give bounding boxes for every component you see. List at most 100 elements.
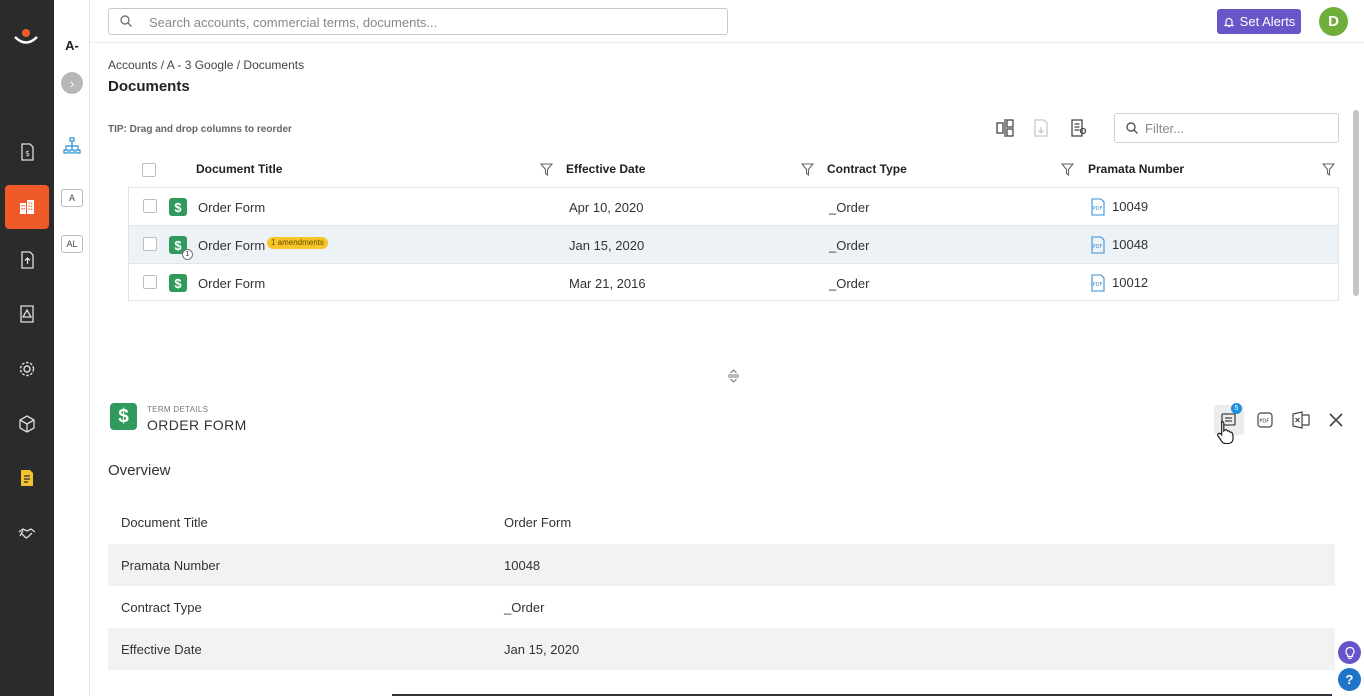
effective-date-cell: Mar 21, 2016	[569, 276, 646, 291]
nav-warning-doc[interactable]	[0, 292, 54, 336]
detail-label: Pramata Number	[121, 558, 220, 573]
pramata-number-cell[interactable]: 10049	[1112, 199, 1148, 214]
table-row[interactable]: $ 1 Order Form 1 amendments Jan 15, 2020…	[129, 226, 1338, 264]
columns-doc-icon	[1071, 119, 1087, 137]
chip-al[interactable]: AL	[61, 235, 83, 253]
detail-value: 10048	[504, 558, 541, 573]
table-header: Document Title Effective Date Contract T…	[128, 152, 1339, 187]
breadcrumb[interactable]: Accounts / A - 3 Google / Documents	[108, 58, 304, 72]
detail-label: Effective Date	[121, 642, 202, 657]
pdf-download-icon	[1034, 119, 1048, 137]
pdf-icon[interactable]: PDF	[1089, 198, 1107, 216]
column-header-document-title[interactable]: Document Title	[196, 162, 282, 176]
scrollbar-thumb[interactable]	[1353, 110, 1359, 296]
select-all-checkbox[interactable]	[142, 163, 156, 177]
effective-date-cell: Apr 10, 2020	[569, 200, 644, 215]
search-input[interactable]	[149, 12, 709, 32]
detail-label: Document Title	[121, 515, 208, 530]
document-title-cell[interactable]: Order Form	[198, 200, 265, 215]
main-nav-rail: $	[0, 0, 54, 696]
top-bar: Set Alerts D	[90, 0, 1364, 43]
pramata-number-cell[interactable]: 10048	[1112, 237, 1148, 252]
nav-partners[interactable]	[0, 511, 54, 555]
user-avatar[interactable]: D	[1319, 7, 1348, 36]
notes-count-badge: 5	[1231, 403, 1242, 414]
search-icon	[1126, 122, 1138, 134]
account-subnav: A- › A AL	[54, 0, 90, 696]
contract-type-cell: _Order	[829, 276, 870, 291]
nav-upload-doc[interactable]	[0, 238, 54, 282]
expand-chevron-icon[interactable]: ›	[61, 72, 83, 94]
dollar-icon: $	[169, 274, 187, 292]
brand-logo[interactable]	[13, 24, 39, 48]
detail-kicker: TERM DETAILS	[147, 405, 209, 414]
row-checkbox[interactable]	[143, 275, 157, 289]
pdf-icon[interactable]: PDF	[1089, 236, 1107, 254]
tips-button[interactable]	[1338, 641, 1361, 664]
close-button[interactable]	[1321, 405, 1351, 435]
filter-icon[interactable]	[1322, 163, 1335, 176]
account-abbrev: A-	[65, 38, 79, 53]
detail-value: Order Form	[504, 515, 572, 530]
detail-value: Jan 15, 2020	[504, 642, 580, 657]
app-root: $ A- › A AL Search accounts, commercial …	[0, 0, 1364, 696]
view-pdf-button[interactable]: PDF	[1250, 405, 1280, 435]
export-pdf-button[interactable]	[1029, 116, 1053, 140]
documents-table-body: $ Order Form Apr 10, 2020 _Order PDF 100…	[128, 187, 1339, 301]
nav-documents[interactable]	[0, 456, 54, 500]
help-button[interactable]: ?	[1338, 668, 1361, 691]
detail-row: Contract Type _Order	[108, 586, 1335, 628]
row-checkbox[interactable]	[143, 199, 157, 213]
detail-label: Contract Type	[121, 600, 202, 615]
detail-row: Pramata Number 10048	[108, 544, 1335, 586]
upload-doc-icon	[21, 251, 34, 269]
table-row[interactable]: $ Order Form Mar 21, 2016 _Order PDF 100…	[129, 264, 1338, 300]
bell-icon	[1223, 17, 1235, 27]
nav-settings[interactable]	[0, 347, 54, 391]
excel-icon	[1292, 411, 1310, 429]
document-title-cell[interactable]: Order Form	[198, 276, 265, 291]
contract-type-cell: _Order	[829, 238, 870, 253]
set-alerts-button[interactable]: Set Alerts	[1217, 9, 1301, 34]
compare-button[interactable]	[993, 116, 1017, 140]
overview-heading: Overview	[108, 462, 171, 479]
pdf-icon[interactable]: PDF	[1089, 274, 1107, 292]
page-scrollbar[interactable]	[1351, 110, 1360, 650]
filter-input[interactable]	[1145, 119, 1325, 137]
search-icon	[120, 15, 132, 27]
pdf-icon: PDF	[1257, 412, 1273, 428]
handshake-icon	[18, 528, 36, 539]
dollar-doc-icon: $	[21, 143, 34, 161]
detail-value: _Order	[504, 600, 545, 615]
document-icon	[21, 470, 33, 486]
svg-text:PDF: PDF	[1259, 419, 1269, 425]
filter-icon[interactable]	[540, 163, 553, 176]
column-header-effective-date[interactable]: Effective Date	[566, 162, 645, 176]
svg-text:PDF: PDF	[1093, 282, 1103, 288]
column-settings-button[interactable]	[1066, 116, 1090, 140]
column-header-pramata-number[interactable]: Pramata Number	[1088, 162, 1184, 176]
row-checkbox[interactable]	[143, 237, 157, 251]
buildings-icon	[20, 200, 34, 214]
dollar-icon: $	[169, 198, 187, 216]
hierarchy-icon[interactable]	[63, 137, 81, 155]
amendment-count-icon: 1	[182, 249, 193, 260]
nav-accounts[interactable]	[5, 185, 49, 229]
pramata-number-cell[interactable]: 10012	[1112, 275, 1148, 290]
column-header-contract-type[interactable]: Contract Type	[827, 162, 907, 176]
table-row[interactable]: $ Order Form Apr 10, 2020 _Order PDF 100…	[129, 188, 1338, 226]
export-excel-button[interactable]	[1286, 405, 1316, 435]
nav-packages[interactable]	[0, 402, 54, 446]
document-title-cell[interactable]: Order Form	[198, 238, 265, 253]
resize-handle-icon[interactable]	[727, 369, 740, 383]
table-filter	[1114, 113, 1339, 143]
chip-a[interactable]: A	[61, 189, 83, 207]
dollar-icon: $	[110, 403, 137, 430]
svg-text:$: $	[25, 149, 30, 158]
filter-icon[interactable]	[801, 163, 814, 176]
amendments-badge[interactable]: 1 amendments	[267, 237, 328, 249]
nav-dollar-doc[interactable]: $	[0, 130, 54, 174]
filter-icon[interactable]	[1061, 163, 1074, 176]
cube-icon	[19, 415, 35, 433]
detail-title: ORDER FORM	[147, 417, 247, 433]
